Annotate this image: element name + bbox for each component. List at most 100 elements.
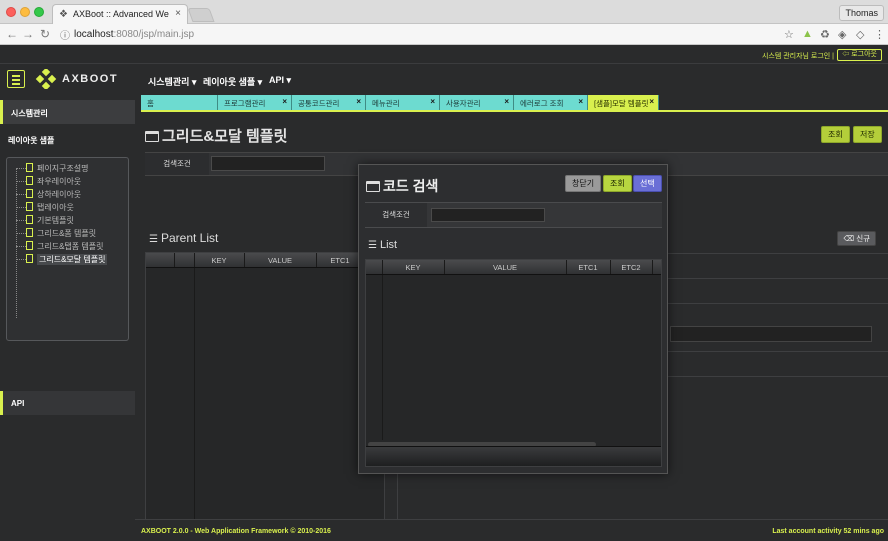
sidebar-item-layout[interactable]: 레이아웃 샘플 (8, 135, 54, 146)
topmenu-system[interactable]: 시스템관리 ▾ (148, 75, 196, 88)
file-icon (26, 254, 33, 263)
footer-activity: Last account activity 52 mins ago (772, 528, 884, 535)
logout-button[interactable]: ⇦ 로그아웃 (837, 49, 882, 61)
modal-search-button[interactable]: 조회 (603, 175, 632, 192)
file-icon (26, 163, 33, 172)
column-header[interactable]: KEY (382, 263, 444, 272)
sidebar-item-api[interactable]: API (0, 391, 135, 415)
code-search-modal: 코드 검색 창닫기 조회 선택 검색조건 ☰ List KEY VALUE ETC… (358, 164, 668, 474)
column-header[interactable]: KEY (194, 256, 244, 265)
tab-common-code[interactable]: 공통코드관리 × (292, 95, 366, 110)
reload-icon[interactable]: ↻ (40, 27, 50, 41)
close-icon[interactable]: × (578, 97, 583, 106)
tab-program[interactable]: 프로그램관리 × (218, 95, 292, 110)
close-icon[interactable]: × (649, 97, 654, 106)
column-header[interactable]: ETC1 (316, 256, 364, 265)
close-window-button[interactable] (6, 7, 16, 17)
recycle-extension-icon[interactable]: ♻ (820, 28, 830, 41)
close-icon[interactable]: × (282, 97, 287, 106)
user-login-text: 시스템 관리자님 로그인 | (761, 53, 834, 60)
url-path: :8080/jsp/main.jsp (113, 29, 195, 40)
maximize-window-button[interactable] (34, 7, 44, 17)
minimize-window-button[interactable] (20, 7, 30, 17)
axboot-logo-icon (35, 69, 57, 89)
menu-dots-icon[interactable]: ⋮ (874, 28, 885, 41)
tree-item[interactable]: 탭레이아웃 (7, 201, 128, 213)
file-icon (26, 176, 33, 185)
tree-item[interactable]: 상하레이아웃 (7, 188, 128, 200)
close-icon[interactable]: × (356, 97, 361, 106)
sidebar: 시스템관리 레이아웃 샘플 페이지구조설명 좌우레이아웃 상하레이아웃 탭레이아… (0, 100, 135, 541)
window-icon (366, 181, 380, 192)
modal-title: 코드 검색 (366, 176, 438, 196)
tree-item[interactable]: 좌우레이아웃 (7, 175, 128, 187)
grid-header: KEY VALUE ETC1 ETC2 (366, 260, 661, 275)
parent-list-title: ☰ Parent List (149, 231, 219, 245)
tab-user[interactable]: 사용자관리 × (440, 95, 514, 110)
puzzle-extension-icon[interactable]: ◇ (856, 28, 864, 41)
layout-tree: 페이지구조설명 좌우레이아웃 상하레이아웃 탭레이아웃 기본템플릿 그리드&폼 … (6, 157, 129, 341)
new-button[interactable]: ⌫ 신규 (837, 231, 876, 246)
parent-grid[interactable]: KEY VALUE ETC1 (145, 252, 385, 541)
page-title: 그리드&모달 템플릿 (145, 125, 287, 146)
user-bar: 시스템 관리자님 로그인 | ⇦ 로그아웃 (0, 45, 888, 64)
column-header[interactable]: VALUE (244, 256, 316, 265)
tree-item[interactable]: 페이지구조설명 (7, 162, 128, 174)
search-input[interactable] (211, 156, 325, 171)
tree-item[interactable]: 기본템플릿 (7, 214, 128, 226)
browser-titlebar: ❖ AXBoot :: Advanced Web Applic × Thomas (0, 0, 888, 24)
close-icon[interactable]: × (430, 97, 435, 106)
column-header[interactable]: ETC2 (610, 263, 652, 272)
forward-icon[interactable]: → (22, 27, 34, 41)
topmenu-api[interactable]: API ▾ (269, 75, 291, 86)
modal-search-bar: 검색조건 (365, 202, 662, 228)
save-button[interactable]: 저장 (853, 126, 882, 143)
tab-menu[interactable]: 메뉴관리 × (366, 95, 440, 110)
logo-text: AXBOOT (62, 73, 119, 85)
android-extension-icon[interactable]: ▲ (802, 28, 813, 40)
grid-footer (366, 446, 661, 466)
form-input[interactable] (670, 326, 872, 342)
modal-select-button[interactable]: 선택 (633, 175, 662, 192)
file-icon (26, 189, 33, 198)
file-icon (26, 241, 33, 250)
modal-grid[interactable]: KEY VALUE ETC1 ETC2 (365, 259, 662, 467)
column-header[interactable]: VALUE (444, 263, 566, 272)
search-button[interactable]: 조회 (821, 126, 850, 143)
app-header: AXBOOT 시스템관리 ▾ 레이아웃 샘플 ▾ API ▾ (0, 64, 888, 94)
tab-error-log[interactable]: 에러로그 조회 × (514, 95, 588, 110)
topmenu-layout[interactable]: 레이아웃 샘플 ▾ (203, 75, 262, 88)
sidebar-item-system[interactable]: 시스템관리 (0, 100, 135, 124)
footer-copyright: AXBOOT 2.0.0 - Web Application Framework… (141, 528, 331, 535)
close-icon[interactable]: × (504, 97, 509, 106)
tree-item-selected[interactable]: 그리드&모달 템플릿 (7, 253, 128, 265)
grid-header: KEY VALUE ETC1 (146, 253, 384, 268)
browser-tab[interactable]: ❖ AXBoot :: Advanced Web Applic × (52, 4, 188, 24)
axboot-favicon-icon: ❖ (59, 9, 68, 20)
back-icon[interactable]: ← (6, 27, 18, 41)
close-tab-icon[interactable]: × (175, 8, 181, 19)
extension-icon[interactable]: ◈ (838, 28, 846, 41)
tab-home[interactable]: 홈 (141, 95, 218, 110)
page-tabbar: 홈 프로그램관리 × 공통코드관리 × 메뉴관리 × 사용자관리 × 에러로그 조회 × … (141, 95, 888, 112)
file-icon (26, 215, 33, 224)
menu-toggle-button[interactable] (7, 70, 25, 88)
url-field[interactable]: ⓘ localhost:8080/jsp/main.jsp (56, 26, 786, 42)
search-condition-label: 검색조건 (145, 153, 209, 175)
url-host: localhost (74, 29, 114, 40)
bookmark-star-icon[interactable]: ☆ (784, 28, 794, 41)
modal-close-button[interactable]: 창닫기 (565, 175, 602, 192)
tree-item[interactable]: 그리드&폼 템플릿 (7, 227, 128, 239)
file-icon (26, 202, 33, 211)
tree-item[interactable]: 그리드&탭폼 템플릿 (7, 240, 128, 252)
page-info-icon[interactable]: ⓘ (60, 27, 70, 42)
new-tab-button[interactable] (187, 8, 215, 22)
list-icon: ☰ (149, 234, 158, 245)
app-footer: AXBOOT 2.0.0 - Web Application Framework… (135, 519, 888, 541)
window-icon (145, 131, 159, 142)
tab-modal-template[interactable]: [샘플]모달 템플릿 × (588, 95, 659, 110)
profile-button[interactable]: Thomas (839, 5, 884, 21)
modal-list-title: ☰ List (368, 239, 398, 251)
column-header[interactable]: ETC1 (566, 263, 610, 272)
modal-search-input[interactable] (431, 208, 545, 222)
